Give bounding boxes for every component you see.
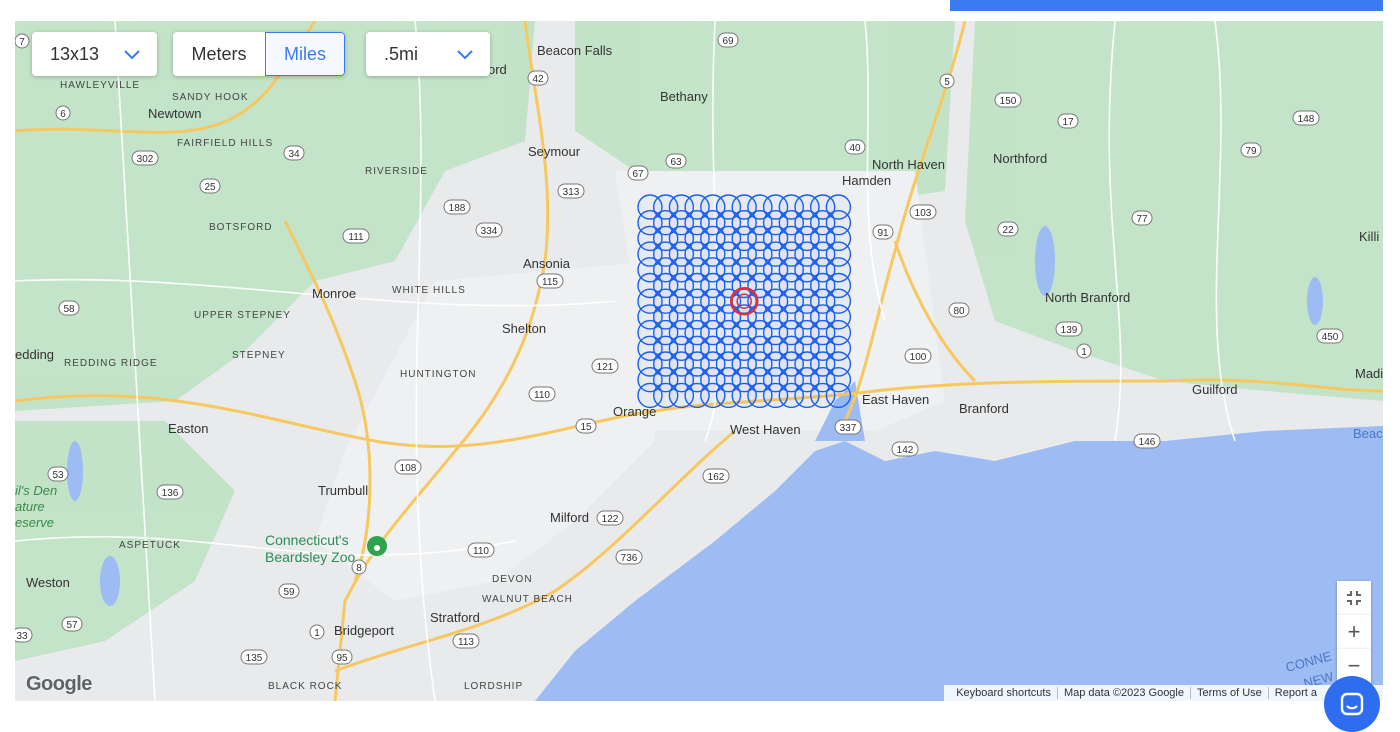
grid-overlay[interactable] [15, 21, 1383, 701]
meters-option[interactable]: Meters [173, 32, 265, 76]
grid-size-value: 13x13 [50, 43, 100, 64]
chevron-down-icon [124, 50, 140, 60]
distance-value: .5mi [384, 43, 419, 64]
map-attribution: Keyboard shortcuts Map data ©2023 Google… [944, 685, 1383, 701]
fullscreen-exit-icon [1347, 591, 1361, 605]
distance-select[interactable]: .5mi [366, 32, 490, 76]
map-canvas[interactable]: Beacon Falls Bethany Newtown Seymour Ham… [15, 21, 1383, 701]
fullscreen-exit-button[interactable] [1337, 581, 1371, 615]
units-toggle[interactable]: Meters Miles [173, 32, 345, 76]
chevron-down-icon [457, 50, 473, 60]
terms-link[interactable]: Terms of Use [1190, 687, 1268, 699]
top-accent-bar [950, 0, 1383, 11]
map-data-text: Map data ©2023 Google [1056, 687, 1190, 699]
chat-icon [1340, 692, 1364, 716]
miles-option[interactable]: Miles [265, 32, 345, 76]
plus-icon: + [1347, 619, 1361, 644]
zoom-in-button[interactable]: + [1337, 615, 1371, 649]
grid-size-select[interactable]: 13x13 [32, 32, 157, 76]
google-logo: Google [26, 673, 92, 695]
keyboard-shortcuts-link[interactable]: Keyboard shortcuts [950, 687, 1057, 699]
grid-cell-circle[interactable] [825, 382, 852, 409]
